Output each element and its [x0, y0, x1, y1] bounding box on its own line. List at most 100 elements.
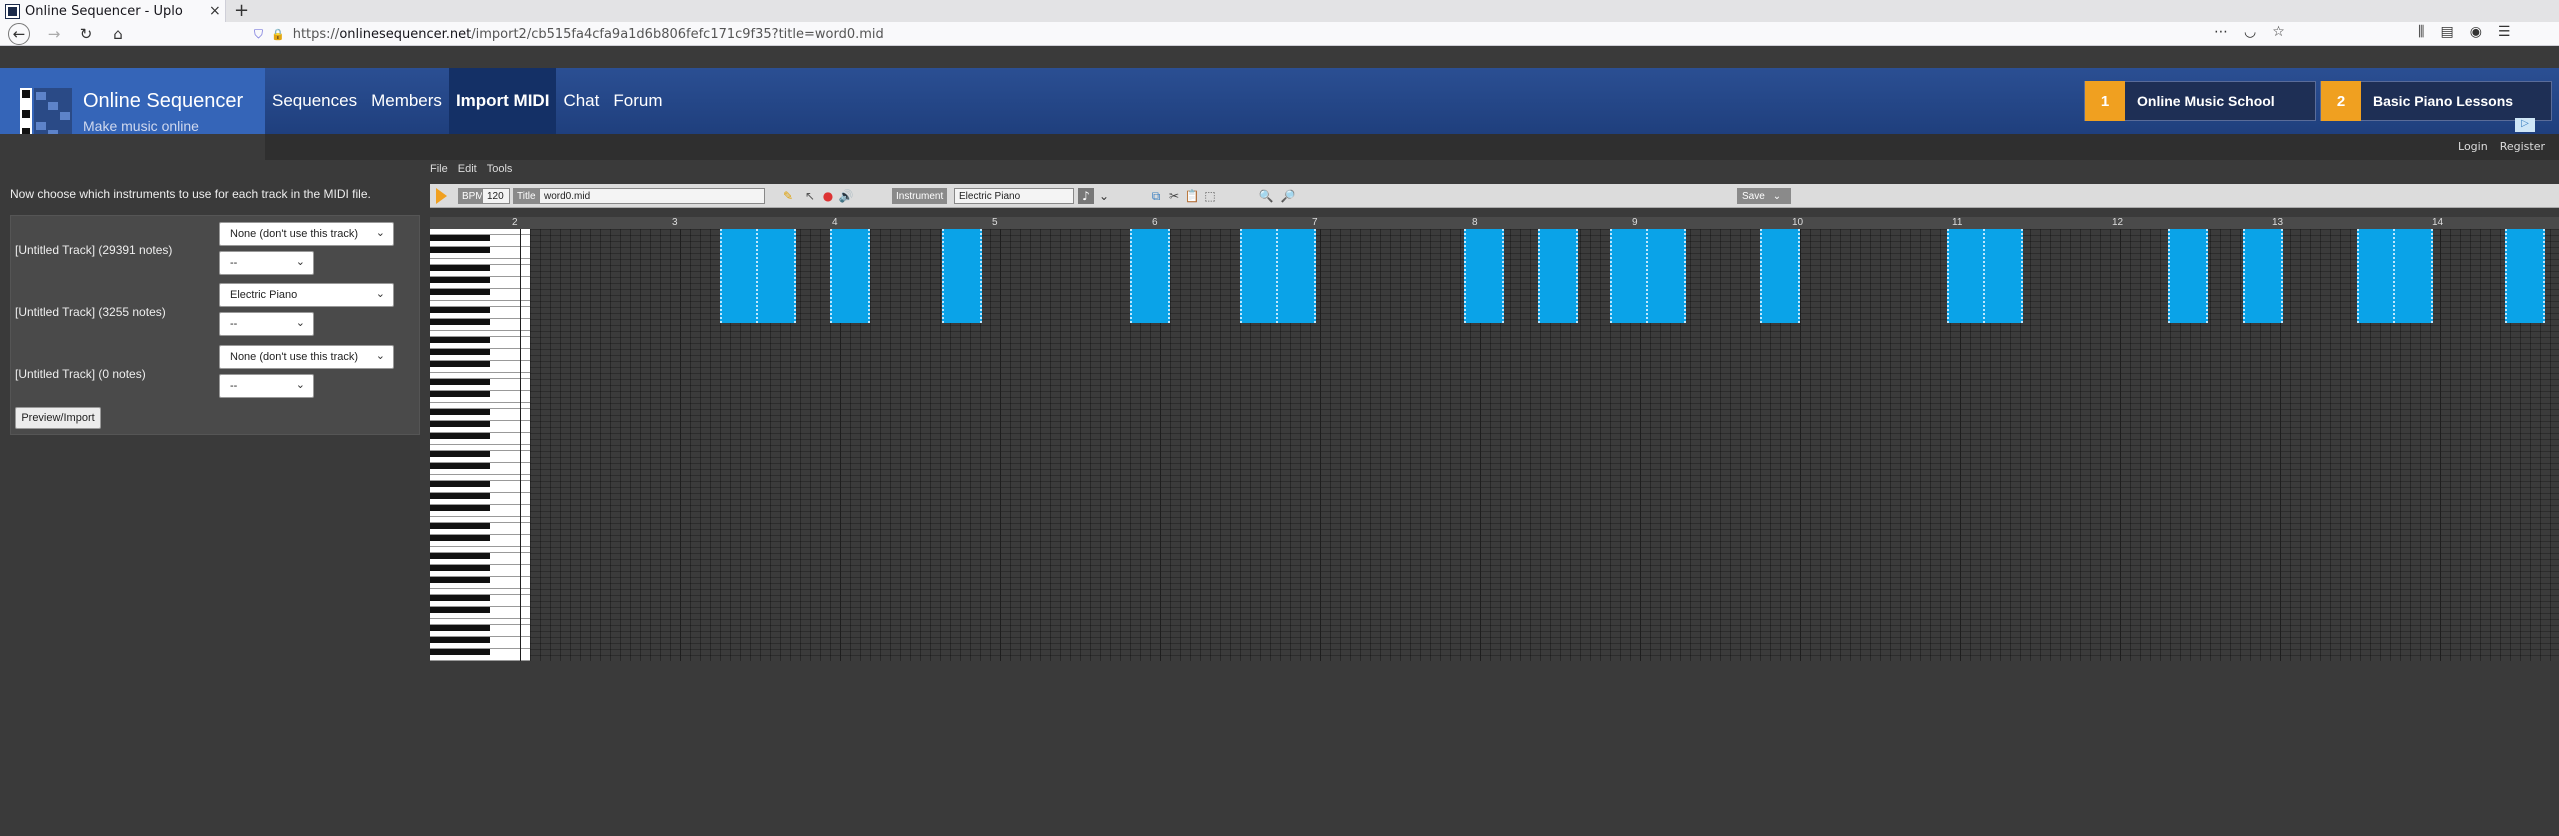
- track-instrument-select[interactable]: None (don't use this track) ⌄: [219, 345, 394, 369]
- piano-black-key[interactable]: [430, 505, 490, 511]
- piano-black-key[interactable]: [430, 391, 490, 397]
- track-instrument-select[interactable]: None (don't use this track) ⌄: [219, 222, 394, 246]
- back-arrow-icon[interactable]: ←: [8, 23, 30, 45]
- note-block[interactable]: [2505, 229, 2545, 323]
- url-bar[interactable]: ⛉ 🔒 https:// onlinesequencer.net /import…: [254, 24, 2304, 44]
- close-tab-icon[interactable]: ×: [209, 3, 221, 19]
- bpm-input[interactable]: 120: [482, 188, 510, 204]
- piano-black-key[interactable]: [430, 553, 490, 559]
- menu-file[interactable]: File: [430, 163, 448, 179]
- new-tab-icon[interactable]: +: [234, 0, 249, 22]
- piano-black-key[interactable]: [430, 565, 490, 571]
- tracking-shield-icon[interactable]: ⛉: [254, 27, 263, 42]
- instrument-select[interactable]: Electric Piano: [954, 188, 1074, 204]
- hamburger-menu-icon[interactable]: ☰: [2498, 24, 2511, 40]
- note-block[interactable]: [1983, 229, 2023, 323]
- reload-icon[interactable]: ↻: [76, 24, 96, 44]
- preview-import-button[interactable]: Preview/Import: [15, 407, 101, 429]
- piano-black-key[interactable]: [430, 361, 490, 367]
- piano-black-key[interactable]: [430, 481, 490, 487]
- bookmark-star-icon[interactable]: ☆: [2272, 24, 2285, 40]
- copy-icon[interactable]: ⧉: [1148, 188, 1164, 204]
- piano-black-key[interactable]: [430, 523, 490, 529]
- piano-black-key[interactable]: [430, 289, 490, 295]
- note-block[interactable]: [1130, 229, 1170, 323]
- piano-black-key[interactable]: [430, 463, 490, 469]
- piano-black-key[interactable]: [430, 433, 490, 439]
- note-block[interactable]: [2393, 229, 2433, 323]
- title-input[interactable]: word0.mid: [539, 188, 765, 204]
- login-link[interactable]: Login: [2458, 140, 2488, 153]
- chevron-down-icon[interactable]: ⌄: [1096, 188, 1112, 204]
- piano-black-key[interactable]: [430, 307, 490, 313]
- piano-black-key[interactable]: [430, 535, 490, 541]
- piano-black-key[interactable]: [430, 637, 490, 643]
- piano-black-key[interactable]: [430, 409, 490, 415]
- piano-black-key[interactable]: [430, 235, 490, 241]
- piano-white-key[interactable]: [430, 588, 530, 589]
- note-block[interactable]: [720, 229, 760, 323]
- track-instrument-select[interactable]: Electric Piano ⌄: [219, 283, 394, 307]
- piano-black-key[interactable]: [430, 247, 490, 253]
- note-block[interactable]: [1240, 229, 1280, 323]
- record-icon[interactable]: ●: [820, 188, 836, 204]
- note-block[interactable]: [2168, 229, 2208, 323]
- ad-online-music-school[interactable]: 1 Online Music School: [2084, 81, 2316, 121]
- piano-white-key[interactable]: [430, 372, 530, 373]
- menu-tools[interactable]: Tools: [487, 163, 513, 179]
- piano-black-key[interactable]: [430, 607, 490, 613]
- note-block[interactable]: [1464, 229, 1504, 323]
- note-block[interactable]: [942, 229, 982, 323]
- piano-black-key[interactable]: [430, 577, 490, 583]
- note-block[interactable]: [2357, 229, 2397, 323]
- ad-basic-piano-lessons[interactable]: 2 Basic Piano Lessons: [2320, 81, 2552, 121]
- timeline-ruler[interactable]: 2 3 4 5 6 7 8 9 10 11 12 13 14: [430, 217, 2559, 229]
- piano-black-key[interactable]: [430, 337, 490, 343]
- track-option-select[interactable]: -- ⌄: [219, 374, 314, 398]
- pocket-icon[interactable]: ◡: [2244, 24, 2256, 40]
- instrument-settings-icon[interactable]: ♪: [1078, 188, 1094, 204]
- browser-tab[interactable]: Online Sequencer - Uplo ×: [0, 0, 226, 22]
- piano-black-key[interactable]: [430, 421, 490, 427]
- nav-forum[interactable]: Forum: [606, 68, 669, 134]
- note-block[interactable]: [830, 229, 870, 323]
- note-block[interactable]: [2243, 229, 2283, 323]
- piano-white-key[interactable]: [430, 300, 530, 301]
- forward-arrow-icon[interactable]: →: [44, 24, 64, 44]
- adchoices-icon[interactable]: ▷: [2515, 118, 2535, 132]
- zoom-out-icon[interactable]: 🔍: [1258, 188, 1274, 204]
- nav-import-midi[interactable]: Import MIDI: [448, 68, 557, 134]
- save-button[interactable]: Save ⌄: [1737, 188, 1791, 204]
- note-block[interactable]: [1646, 229, 1686, 323]
- piano-white-key[interactable]: [430, 474, 530, 475]
- piano-black-key[interactable]: [430, 649, 490, 655]
- piano-white-key[interactable]: [430, 546, 530, 547]
- piano-white-key[interactable]: [430, 618, 530, 619]
- piano-black-key[interactable]: [430, 277, 490, 283]
- menu-edit[interactable]: Edit: [458, 163, 477, 179]
- piano-white-key[interactable]: [430, 444, 530, 445]
- play-icon[interactable]: [436, 188, 447, 204]
- lock-icon[interactable]: 🔒: [271, 28, 285, 41]
- pointer-icon[interactable]: ↖: [802, 188, 818, 204]
- account-icon[interactable]: ◉: [2470, 24, 2482, 40]
- zoom-in-icon[interactable]: 🔎: [1280, 188, 1296, 204]
- nav-members[interactable]: Members: [364, 68, 449, 134]
- piano-black-key[interactable]: [430, 379, 490, 385]
- note-block[interactable]: [1610, 229, 1650, 323]
- track-option-select[interactable]: -- ⌄: [219, 312, 314, 336]
- piano-black-key[interactable]: [430, 595, 490, 601]
- register-link[interactable]: Register: [2500, 140, 2545, 153]
- note-block[interactable]: [1760, 229, 1800, 323]
- piano-black-key[interactable]: [430, 493, 490, 499]
- note-block[interactable]: [756, 229, 796, 323]
- nav-chat[interactable]: Chat: [556, 68, 606, 134]
- home-icon[interactable]: ⌂: [108, 24, 128, 44]
- piano-white-key[interactable]: [430, 516, 530, 517]
- piano-keyboard[interactable]: [430, 229, 530, 661]
- volume-icon[interactable]: 🔊: [838, 188, 854, 204]
- note-block[interactable]: [1947, 229, 1987, 323]
- piano-black-key[interactable]: [430, 349, 490, 355]
- note-block[interactable]: [1276, 229, 1316, 323]
- piano-white-key[interactable]: [430, 258, 530, 259]
